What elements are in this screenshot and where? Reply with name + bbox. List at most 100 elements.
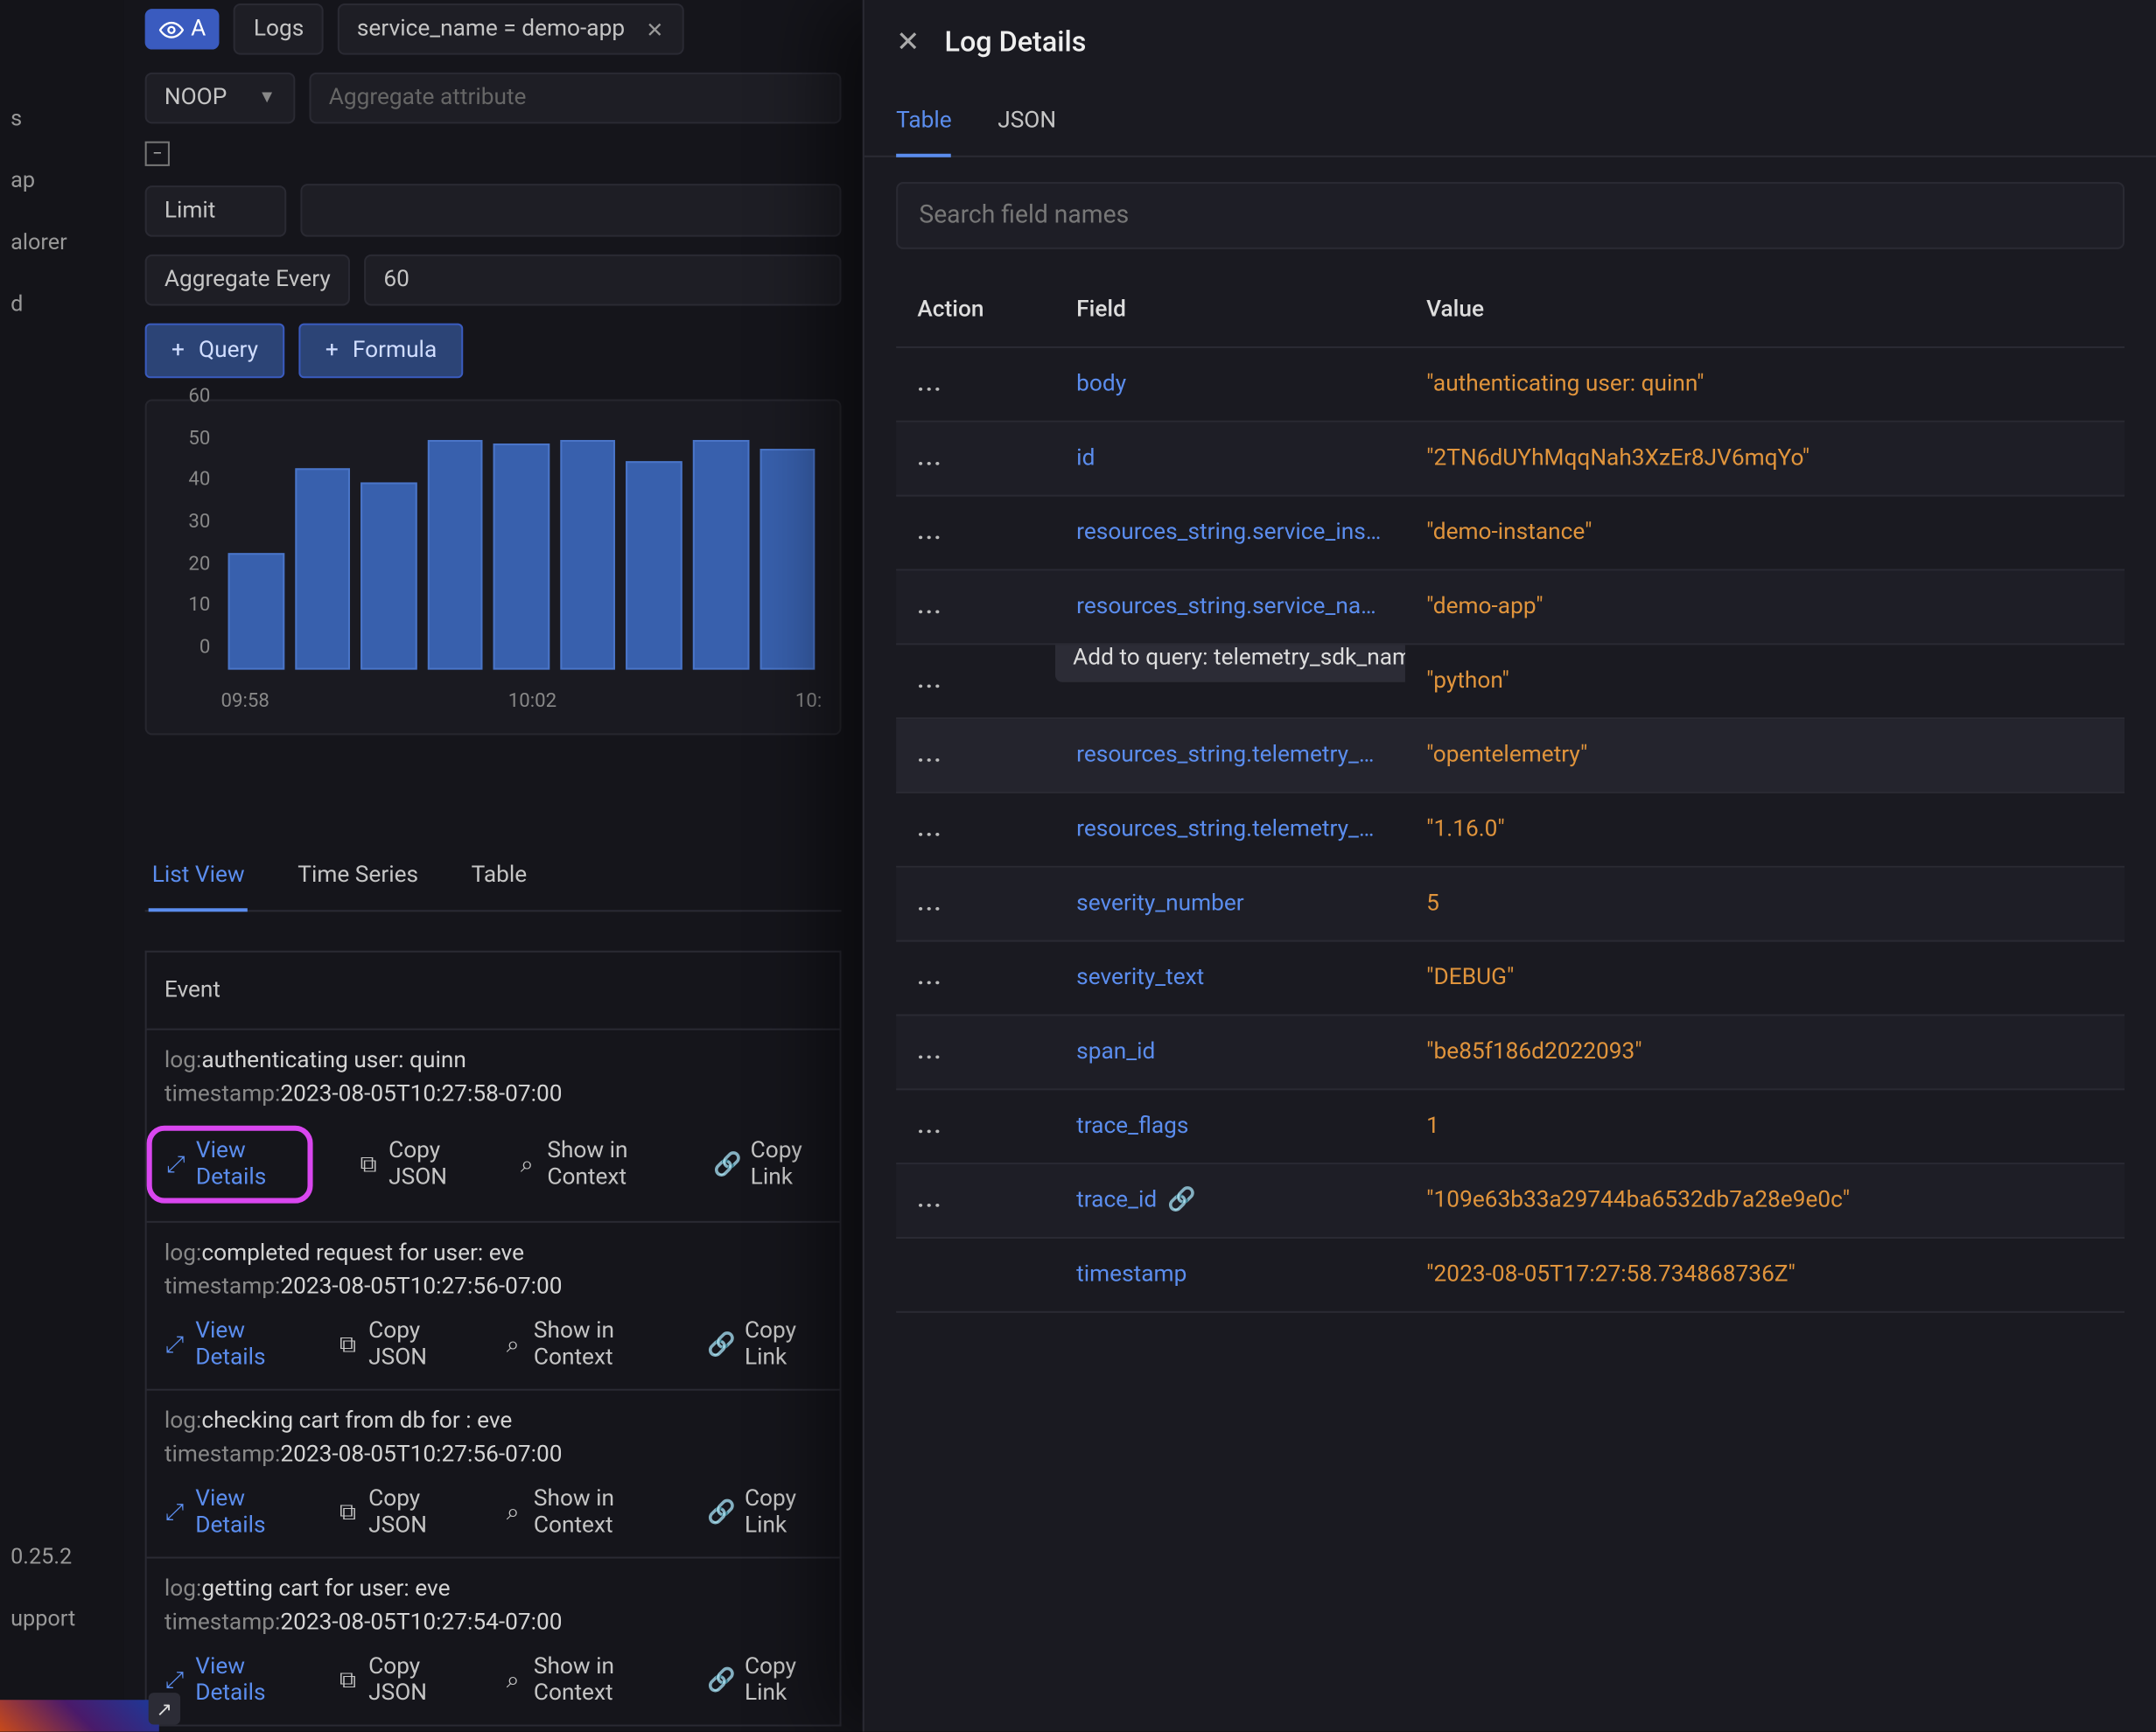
show-in-context-button[interactable]: ⌕Show in Context xyxy=(502,1318,670,1372)
source-select[interactable]: Logs xyxy=(234,3,324,55)
row-action-menu[interactable]: ... xyxy=(896,348,1055,421)
show-in-context-button[interactable]: ⌕Show in Context xyxy=(502,1486,670,1540)
table-row[interactable]: ...span_id"be85f186d2022093" xyxy=(896,1016,2124,1091)
table-row[interactable]: ...severity_number5 xyxy=(896,868,2124,942)
log-value: completed request for user: eve xyxy=(201,1240,524,1267)
field-name[interactable]: span_id xyxy=(1055,1016,1405,1089)
field-name[interactable]: trace_id🔗 xyxy=(1055,1164,1405,1237)
more-icon: ... xyxy=(917,594,942,620)
nav-item[interactable]: d xyxy=(0,274,123,336)
copy-link-button[interactable]: 🔗Copy Link xyxy=(710,1486,822,1540)
support-link[interactable]: upport xyxy=(10,1606,113,1632)
table-row[interactable]: ...resources_string.telemetry_sdk_ver"1.… xyxy=(896,793,2124,868)
row-action-menu[interactable]: ... xyxy=(896,423,1055,495)
field-name[interactable]: severity_text xyxy=(1055,942,1405,1015)
tab-list-view[interactable]: List View xyxy=(149,842,248,911)
row-action-menu[interactable]: ... xyxy=(896,570,1055,643)
view-details-button[interactable]: ⤢View Details xyxy=(164,1486,298,1540)
event-item[interactable]: log:authenticating user: quinntimestamp:… xyxy=(147,1029,840,1221)
row-action-menu[interactable]: ... xyxy=(896,1090,1055,1163)
table-row[interactable]: ...body"authenticating user: quinn" xyxy=(896,348,2124,423)
event-item[interactable]: log:getting cart for user: evetimestamp:… xyxy=(147,1557,840,1725)
nav-item[interactable]: s xyxy=(0,88,123,150)
link-icon[interactable]: 🔗 xyxy=(1167,1187,1196,1213)
row-action-menu[interactable] xyxy=(896,1239,1055,1311)
field-name[interactable]: Add to query: telemetry_sdk_name xyxy=(1055,645,1405,717)
row-action-menu[interactable]: ... xyxy=(896,868,1055,940)
table-row[interactable]: ...resources_string.telemetry_sdk_nam"op… xyxy=(896,719,2124,793)
y-tick: 30 xyxy=(164,510,211,533)
tab-table[interactable]: Table xyxy=(468,842,531,911)
table-row[interactable]: ...Add to query: telemetry_sdk_name"pyth… xyxy=(896,645,2124,719)
copy-link-button[interactable]: 🔗Copy Link xyxy=(710,1318,822,1372)
y-tick: 10 xyxy=(164,594,211,617)
field-name[interactable]: resources_string.telemetry_sdk_nam xyxy=(1055,719,1405,792)
close-icon[interactable]: ✕ xyxy=(646,17,663,41)
limit-label: Limit xyxy=(145,185,287,236)
event-item[interactable]: log:completed request for user: evetimes… xyxy=(147,1221,840,1389)
show-in-context-button[interactable]: ⌕Show in Context xyxy=(502,1654,670,1708)
external-link-icon[interactable]: ↗ xyxy=(149,1693,180,1724)
more-icon: ... xyxy=(917,520,942,546)
view-details-button[interactable]: ⤢View Details xyxy=(164,1318,298,1372)
field-name[interactable]: resources_string.service_name xyxy=(1055,570,1405,643)
field-name[interactable]: resources_string.service_instance_i xyxy=(1055,497,1405,569)
aggregate-every-input[interactable]: 60 xyxy=(364,255,841,306)
field-value: "be85f186d2022093" xyxy=(1405,1016,2124,1089)
collapse-icon[interactable]: − xyxy=(145,142,170,166)
field-value: "DEBUG" xyxy=(1405,942,2124,1015)
row-action-menu[interactable]: ... xyxy=(896,645,1055,717)
table-row[interactable]: ...trace_id🔗"109e63b33a29744ba6532db7a28… xyxy=(896,1164,2124,1239)
field-value: "1.16.0" xyxy=(1405,793,2124,866)
tab-json[interactable]: JSON xyxy=(998,108,1056,156)
search-input[interactable]: Search field names xyxy=(896,182,2124,249)
row-action-menu[interactable]: ... xyxy=(896,1016,1055,1089)
close-icon[interactable]: ✕ xyxy=(896,24,920,58)
row-action-menu[interactable]: ... xyxy=(896,793,1055,866)
table-row[interactable]: timestamp"2023-08-05T17:27:58.734868736Z… xyxy=(896,1239,2124,1313)
table-row[interactable]: ...trace_flags1 xyxy=(896,1090,2124,1164)
row-action-menu[interactable]: ... xyxy=(896,719,1055,792)
tab-table[interactable]: Table xyxy=(896,108,952,156)
tab-time-series[interactable]: Time Series xyxy=(294,842,422,911)
row-action-menu[interactable]: ... xyxy=(896,1164,1055,1237)
more-icon: ... xyxy=(917,371,942,397)
field-value: "opentelemetry" xyxy=(1405,719,2124,792)
nav-item[interactable]: alorer xyxy=(0,212,123,274)
filter-text: service_name = demo-app xyxy=(357,16,625,42)
view-details-button[interactable]: ⤢View Details xyxy=(164,1654,298,1708)
add-formula-button[interactable]: + Formula xyxy=(299,324,464,379)
table-row[interactable]: ...resources_string.service_instance_i"d… xyxy=(896,497,2124,571)
field-name[interactable]: id xyxy=(1055,423,1405,495)
copy-json-button[interactable]: ⧉Copy JSON xyxy=(359,1126,479,1204)
limit-input[interactable] xyxy=(300,184,841,237)
field-name[interactable]: body xyxy=(1055,348,1405,421)
table-row[interactable]: ...severity_text"DEBUG" xyxy=(896,942,2124,1016)
search-icon: ⌕ xyxy=(502,1668,522,1693)
field-name[interactable]: severity_number xyxy=(1055,868,1405,940)
table-row[interactable]: ...id"2TN6dUYhMqqNah3XzEr8JV6mqYo" xyxy=(896,423,2124,497)
field-name[interactable]: resources_string.telemetry_sdk_ver xyxy=(1055,793,1405,866)
field-name[interactable]: trace_flags xyxy=(1055,1090,1405,1163)
expand-icon: ⤢ xyxy=(164,1668,185,1693)
copy-json-button[interactable]: ⧉Copy JSON xyxy=(338,1486,464,1540)
log-label: log: xyxy=(164,1576,201,1603)
add-query-button[interactable]: + Query xyxy=(145,324,285,379)
row-action-menu[interactable]: ... xyxy=(896,942,1055,1015)
event-item[interactable]: log:checking cart from db for : evetimes… xyxy=(147,1389,840,1557)
row-action-menu[interactable]: ... xyxy=(896,497,1055,569)
table-row[interactable]: ...resources_string.service_name"demo-ap… xyxy=(896,570,2124,645)
filter-chip[interactable]: service_name = demo-app ✕ xyxy=(338,3,683,55)
show-in-context-button[interactable]: ⌕Show in Context xyxy=(517,1126,676,1204)
aggregate-attribute-input[interactable]: Aggregate attribute xyxy=(310,73,842,124)
query-badge[interactable]: A xyxy=(145,9,220,49)
aggregate-op-select[interactable]: NOOP ▼ xyxy=(145,73,296,124)
copy-link-button[interactable]: 🔗Copy Link xyxy=(710,1654,822,1708)
nav-item[interactable]: ap xyxy=(0,150,123,213)
copy-json-button[interactable]: ⧉Copy JSON xyxy=(338,1318,464,1372)
copy-json-button[interactable]: ⧉Copy JSON xyxy=(338,1654,464,1708)
view-details-button[interactable]: ⤢View Details xyxy=(166,1138,293,1191)
plus-icon: + xyxy=(172,338,185,364)
copy-link-button[interactable]: 🔗Copy Link xyxy=(715,1126,822,1204)
field-name[interactable]: timestamp xyxy=(1055,1239,1405,1311)
